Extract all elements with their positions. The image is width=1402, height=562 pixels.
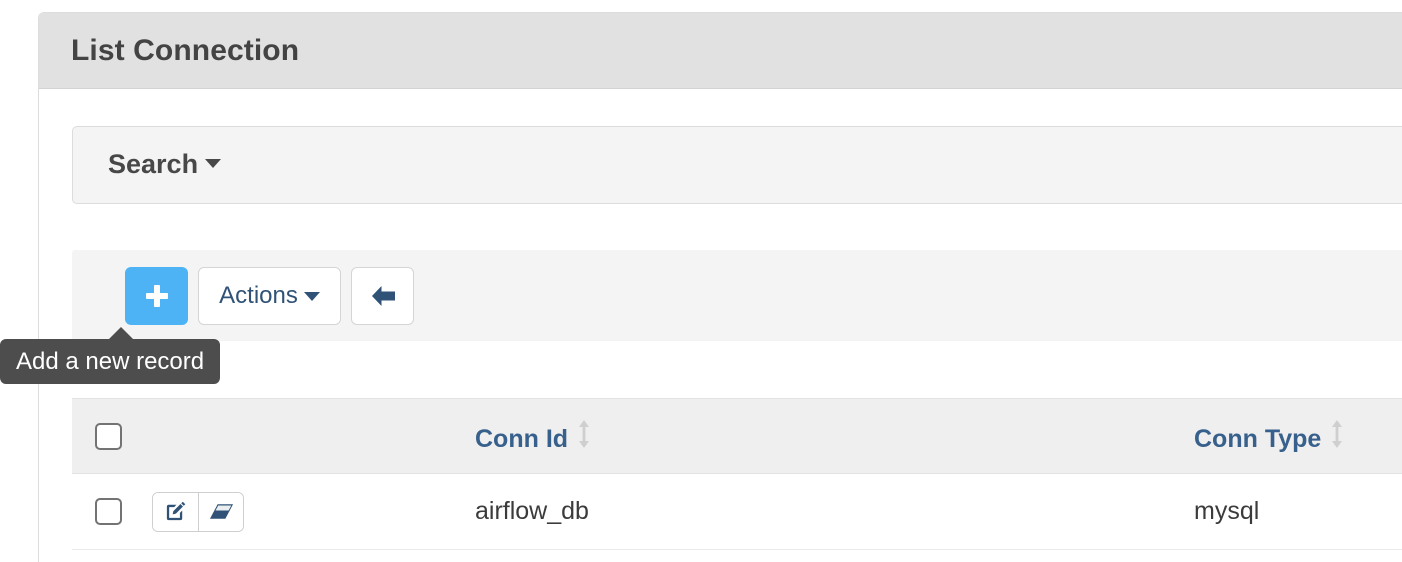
row-conn-id-value: airflow_db xyxy=(475,497,589,525)
row-conn-type-value: mysql xyxy=(1194,497,1260,525)
column-header-conn-id-label: Conn Id xyxy=(475,424,569,453)
column-header-conn-type-label: Conn Type xyxy=(1194,424,1322,453)
back-button[interactable] xyxy=(351,267,414,325)
sort-updown-icon xyxy=(577,419,591,454)
table-row[interactable]: airflow_db mysql xyxy=(72,474,1402,550)
caret-down-icon xyxy=(303,291,320,301)
arrow-left-icon xyxy=(371,286,395,306)
connections-table: Conn Id Conn Type airflow_db mysql xyxy=(72,398,1402,562)
select-all-checkbox[interactable] xyxy=(95,422,122,450)
row-select-cell xyxy=(72,498,145,525)
add-record-button[interactable] xyxy=(125,267,188,325)
edit-record-button[interactable] xyxy=(153,492,198,531)
tooltip-arrow xyxy=(108,327,134,340)
row-checkbox[interactable] xyxy=(95,498,122,525)
row-actions-cell xyxy=(145,491,469,532)
row-conn-id-cell: airflow_db xyxy=(469,497,1193,526)
list-connection-panel: List Connection Search Actions Conn Id C… xyxy=(38,12,1402,562)
caret-down-icon xyxy=(205,159,222,168)
column-header-conn-id[interactable]: Conn Id xyxy=(469,419,1193,454)
row-action-buttons xyxy=(152,491,244,532)
delete-record-button[interactable] xyxy=(198,492,243,531)
select-all-cell xyxy=(72,422,145,450)
actions-dropdown-button[interactable]: Actions xyxy=(198,267,341,325)
panel-body: Search Actions Conn Id Conn Type airflow… xyxy=(39,90,1402,562)
search-toggle[interactable]: Search xyxy=(108,149,222,180)
toolbar: Actions xyxy=(72,250,1402,341)
actions-button-label: Actions xyxy=(219,282,298,309)
tooltip-text: Add a new record xyxy=(16,347,205,375)
page-title: List Connection xyxy=(71,34,300,67)
search-label: Search xyxy=(108,149,199,179)
panel-heading: List Connection xyxy=(39,13,1402,89)
app-screen: List Connection Search Actions Conn Id C… xyxy=(0,0,1402,562)
add-record-tooltip: Add a new record xyxy=(0,339,221,384)
eraser-icon xyxy=(209,503,233,519)
sort-updown-icon xyxy=(1330,419,1344,454)
row-conn-type-cell: mysql xyxy=(1193,497,1402,526)
search-panel[interactable]: Search xyxy=(72,126,1402,204)
table-row[interactable] xyxy=(72,550,1402,562)
plus-icon xyxy=(145,284,169,308)
table-header-row: Conn Id Conn Type xyxy=(72,398,1402,474)
edit-pencil-icon xyxy=(166,501,186,521)
column-header-conn-type[interactable]: Conn Type xyxy=(1193,419,1402,454)
